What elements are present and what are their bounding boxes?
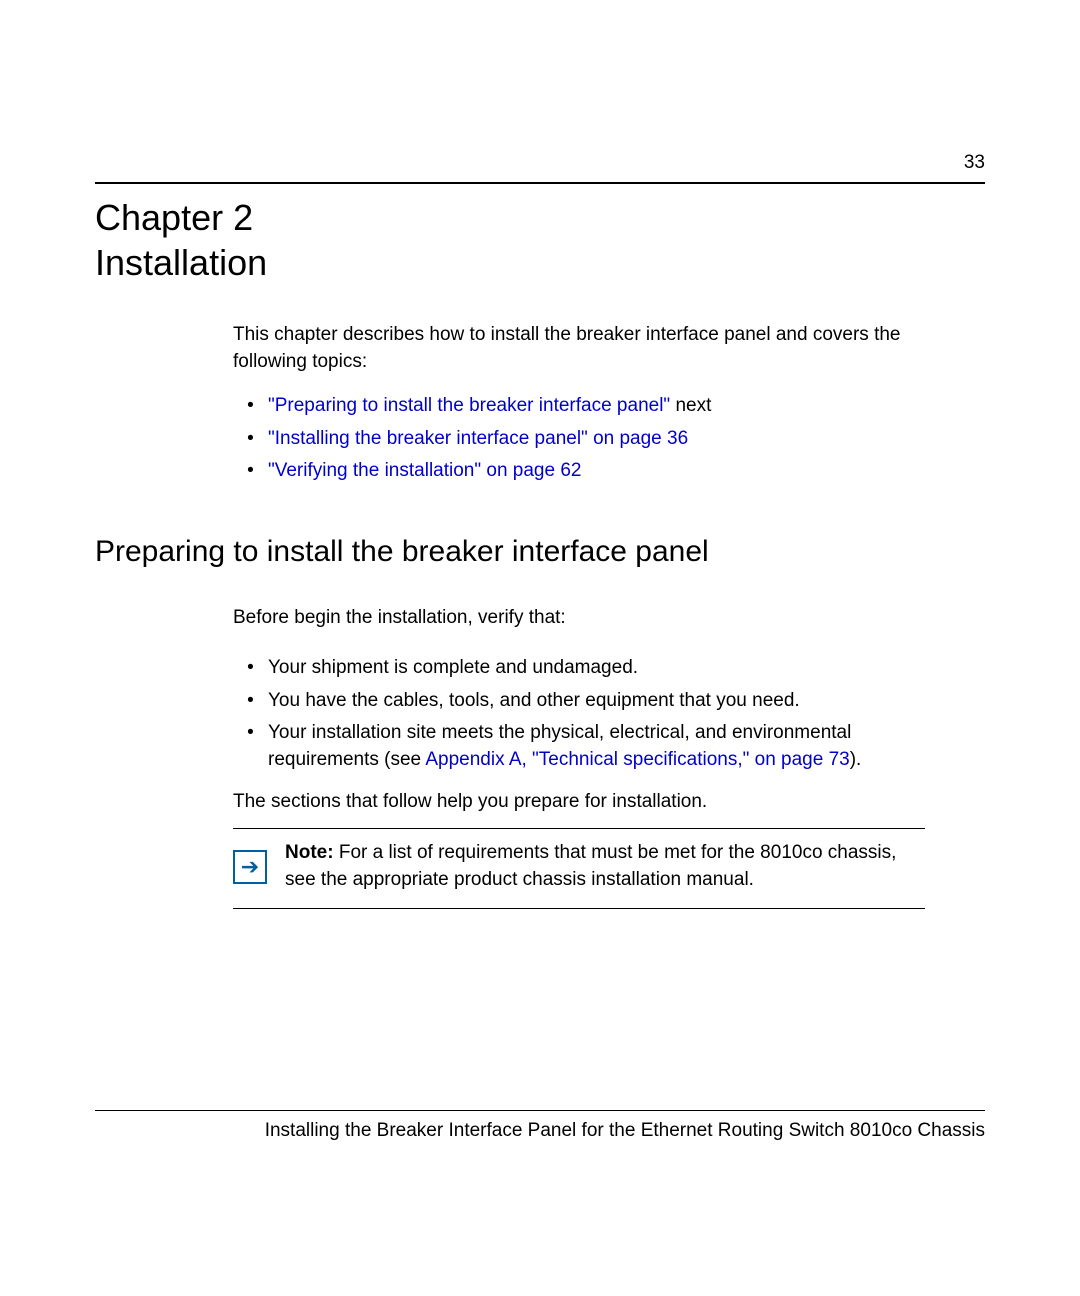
- bullet-icon: •: [233, 720, 268, 747]
- list-item-text: Your installation site meets the physica…: [268, 720, 925, 773]
- note-label: Note:: [285, 842, 334, 863]
- bullet-icon: •: [233, 655, 268, 682]
- bullet-icon: •: [233, 426, 268, 453]
- post-list-paragraph: The sections that follow help you prepar…: [233, 791, 707, 813]
- section-heading: Preparing to install the breaker interfa…: [95, 535, 709, 569]
- note-rule-top: [233, 828, 925, 829]
- list-item: • Your installation site meets the physi…: [233, 720, 925, 773]
- topics-list: • "Preparing to install the breaker inte…: [233, 393, 925, 491]
- list-item: • Your shipment is complete and undamage…: [233, 655, 925, 682]
- bullet-icon: •: [233, 458, 268, 485]
- bullet-icon: •: [233, 688, 268, 715]
- list-item-suffix: ).: [850, 749, 862, 770]
- list-item: • "Preparing to install the breaker inte…: [233, 393, 925, 420]
- check-list: • Your shipment is complete and undamage…: [233, 655, 925, 779]
- topic-link[interactable]: "Verifying the installation" on page 62: [268, 458, 581, 485]
- appendix-link[interactable]: Appendix A, "Technical specifications," …: [425, 749, 849, 770]
- note-rule-bottom: [233, 908, 925, 909]
- arrow-right-icon: ➔: [233, 850, 267, 884]
- list-item-text: "Preparing to install the breaker interf…: [268, 393, 711, 420]
- list-item: • "Verifying the installation" on page 6…: [233, 458, 925, 485]
- note-block: ➔ Note: For a list of requirements that …: [233, 840, 925, 893]
- list-item-text: Your shipment is complete and undamaged.: [268, 655, 925, 682]
- intro-paragraph: This chapter describes how to install th…: [233, 322, 925, 375]
- chapter-heading: Chapter 2 Installation: [95, 195, 267, 285]
- topic-suffix: next: [670, 395, 711, 416]
- section-intro: Before begin the installation, verify th…: [233, 607, 566, 629]
- page-number: 33: [964, 152, 985, 174]
- header-rule: [95, 182, 985, 184]
- topic-link[interactable]: "Preparing to install the breaker interf…: [268, 395, 670, 416]
- chapter-title: Installation: [95, 242, 267, 283]
- topic-link[interactable]: "Installing the breaker interface panel"…: [268, 426, 688, 453]
- note-body: For a list of requirements that must be …: [285, 842, 896, 890]
- bullet-icon: •: [233, 393, 268, 420]
- list-item-text: You have the cables, tools, and other eq…: [268, 688, 925, 715]
- footer-rule: [95, 1110, 985, 1111]
- note-text: Note: For a list of requirements that mu…: [285, 840, 925, 893]
- note-icon-wrap: ➔: [233, 850, 285, 884]
- footer-text: Installing the Breaker Interface Panel f…: [95, 1120, 985, 1142]
- list-item: • "Installing the breaker interface pane…: [233, 426, 925, 453]
- list-item: • You have the cables, tools, and other …: [233, 688, 925, 715]
- document-page: 33 Chapter 2 Installation This chapter d…: [0, 0, 1080, 1296]
- chapter-label: Chapter 2: [95, 197, 253, 238]
